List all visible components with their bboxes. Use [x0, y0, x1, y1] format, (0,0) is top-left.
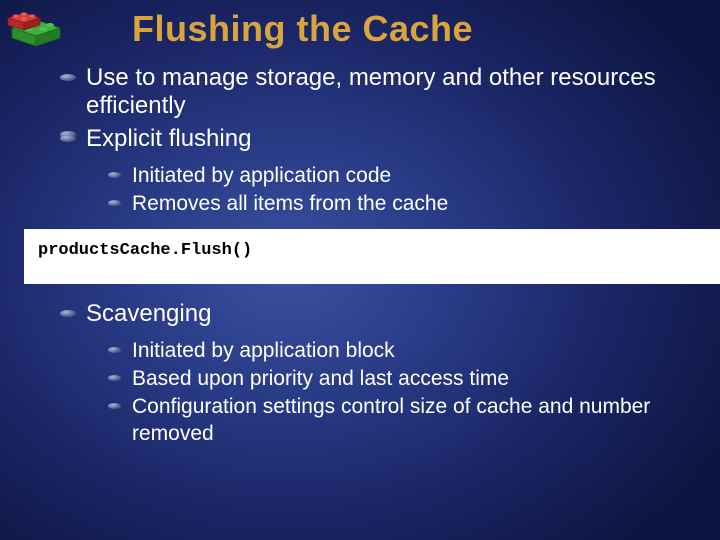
code-block: productsCache.Flush(): [24, 229, 720, 284]
main-bullet-list: Use to manage storage, memory and other …: [24, 64, 696, 153]
sub-bullet-item: Configuration settings control size of c…: [132, 394, 696, 447]
bullet-item: Explicit flushing: [86, 125, 696, 153]
sub-bullet-item: Based upon priority and last access time: [132, 366, 696, 392]
bullet-item: Use to manage storage, memory and other …: [86, 64, 696, 119]
main-bullet-list-2: Scavenging: [24, 300, 696, 328]
slide-title: Flushing the Cache: [24, 0, 696, 64]
sub-bullet-item: Initiated by application code: [132, 163, 696, 189]
code-wrapper: productsCache.Flush(): [24, 229, 696, 284]
sub-bullet-list: Initiated by application code Removes al…: [86, 163, 696, 218]
sub-bullet-item: Removes all items from the cache: [132, 191, 696, 217]
bullet-item: Scavenging: [86, 300, 696, 328]
wrapper: Initiated by application code Removes al…: [24, 163, 696, 218]
wrapper-2: Initiated by application block Based upo…: [24, 338, 696, 447]
slide: Flushing the Cache Use to manage storage…: [0, 0, 720, 447]
logo-icon: [6, 8, 66, 50]
spacer: [86, 121, 696, 123]
sub-bullet-list-2: Initiated by application block Based upo…: [86, 338, 696, 447]
sub-bullet-item: Initiated by application block: [132, 338, 696, 364]
